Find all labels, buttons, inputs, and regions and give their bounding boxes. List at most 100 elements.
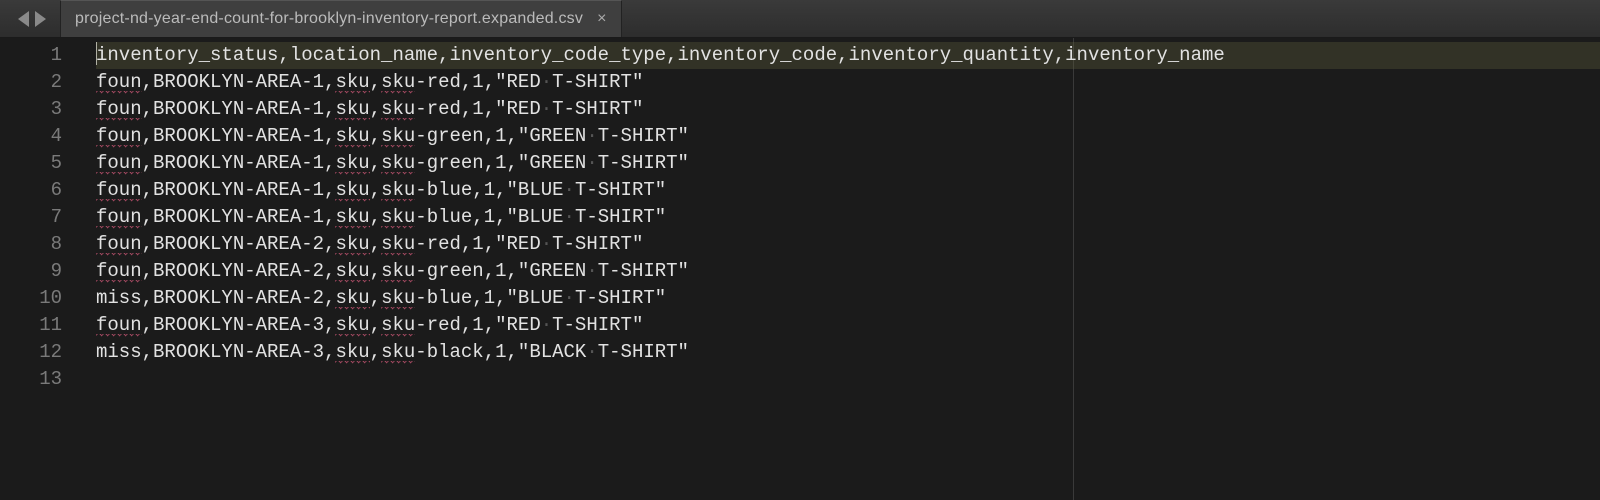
spellcheck-word: sku (335, 287, 369, 310)
code-line[interactable]: foun,BROOKLYN-AREA-1,sku,sku-blue,1,"BLU… (96, 204, 1600, 231)
spellcheck-word: sku (335, 314, 369, 337)
code-text: ,BROOKLYN-AREA-2, (142, 260, 336, 282)
code-text: -red,1,"RED (415, 233, 540, 255)
spellcheck-word: sku (381, 71, 415, 94)
code-text: T-SHIRT" (552, 71, 643, 93)
code-line[interactable]: foun,BROOKLYN-AREA-1,sku,sku-blue,1,"BLU… (96, 177, 1600, 204)
spellcheck-word: foun (96, 71, 142, 94)
spellcheck-word: foun (96, 152, 142, 175)
code-text: miss,BROOKLYN-AREA-2, (96, 287, 335, 309)
whitespace-dot: · (541, 98, 552, 120)
spellcheck-word: foun (96, 179, 142, 202)
spellcheck-word: sku (381, 98, 415, 121)
code-text: -green,1,"GREEN (415, 125, 586, 147)
spellcheck-word: sku (335, 71, 369, 94)
code-text: T-SHIRT" (552, 314, 643, 336)
spellcheck-word: sku (381, 125, 415, 148)
whitespace-dot: · (586, 260, 597, 282)
tab-filename: project-nd-year-end-count-for-brooklyn-i… (75, 10, 583, 28)
line-number: 7 (0, 204, 82, 231)
code-line[interactable]: foun,BROOKLYN-AREA-1,sku,sku-red,1,"RED·… (96, 69, 1600, 96)
code-text: T-SHIRT" (552, 233, 643, 255)
spellcheck-word: foun (96, 98, 142, 121)
spellcheck-word: foun (96, 206, 142, 229)
code-text: ,BROOKLYN-AREA-1, (142, 152, 336, 174)
code-text: , (370, 125, 381, 147)
spellcheck-word: foun (96, 233, 142, 256)
code-text: , (370, 287, 381, 309)
line-number: 10 (0, 285, 82, 312)
line-number: 3 (0, 96, 82, 123)
code-text: ,BROOKLYN-AREA-1, (142, 179, 336, 201)
code-text: T-SHIRT" (575, 179, 666, 201)
code-text: -blue,1,"BLUE (415, 287, 563, 309)
code-line[interactable]: miss,BROOKLYN-AREA-2,sku,sku-blue,1,"BLU… (96, 285, 1600, 312)
code-text: , (370, 152, 381, 174)
spellcheck-word: foun (96, 260, 142, 283)
code-text: inventory_status,location_name,inventory… (96, 44, 1225, 66)
gutter: 12345678910111213 (0, 38, 82, 500)
code-text: -red,1,"RED (415, 98, 540, 120)
whitespace-dot: · (586, 152, 597, 174)
spellcheck-word: sku (381, 341, 415, 364)
whitespace-dot: · (541, 71, 552, 93)
spellcheck-word: sku (381, 233, 415, 256)
code-text: -red,1,"RED (415, 71, 540, 93)
code-line[interactable]: miss,BROOKLYN-AREA-3,sku,sku-black,1,"BL… (96, 339, 1600, 366)
spellcheck-word: sku (381, 206, 415, 229)
code-text: T-SHIRT" (552, 98, 643, 120)
spellcheck-word: sku (381, 314, 415, 337)
whitespace-dot: · (541, 314, 552, 336)
code-text: , (370, 314, 381, 336)
code-line[interactable]: inventory_status,location_name,inventory… (96, 42, 1600, 69)
close-icon[interactable]: × (597, 10, 607, 28)
line-number: 5 (0, 150, 82, 177)
code-text: T-SHIRT" (598, 152, 689, 174)
code-text: T-SHIRT" (575, 287, 666, 309)
code-text: -black,1,"BLACK (415, 341, 586, 363)
code-text: -green,1,"GREEN (415, 152, 586, 174)
nav-buttons (0, 0, 60, 37)
line-number: 2 (0, 69, 82, 96)
whitespace-dot: · (586, 125, 597, 147)
nav-back-icon[interactable] (18, 11, 29, 27)
line-number: 1 (0, 42, 82, 69)
code-line[interactable]: foun,BROOKLYN-AREA-1,sku,sku-green,1,"GR… (96, 123, 1600, 150)
whitespace-dot: · (564, 206, 575, 228)
whitespace-dot: · (541, 233, 552, 255)
code-text: , (370, 71, 381, 93)
code-text: T-SHIRT" (575, 206, 666, 228)
code-text: ,BROOKLYN-AREA-2, (142, 233, 336, 255)
code-text: , (370, 233, 381, 255)
code-text: ,BROOKLYN-AREA-3, (142, 314, 336, 336)
code-line[interactable]: foun,BROOKLYN-AREA-1,sku,sku-green,1,"GR… (96, 150, 1600, 177)
code-line[interactable]: foun,BROOKLYN-AREA-2,sku,sku-red,1,"RED·… (96, 231, 1600, 258)
code-text: , (370, 260, 381, 282)
code-line[interactable]: foun,BROOKLYN-AREA-2,sku,sku-green,1,"GR… (96, 258, 1600, 285)
spellcheck-word: sku (335, 233, 369, 256)
file-tab[interactable]: project-nd-year-end-count-for-brooklyn-i… (60, 0, 622, 37)
spellcheck-word: sku (335, 206, 369, 229)
code-text: -blue,1,"BLUE (415, 179, 563, 201)
spellcheck-word: sku (335, 152, 369, 175)
code-text: , (370, 341, 381, 363)
code-text: -red,1,"RED (415, 314, 540, 336)
code-area[interactable]: inventory_status,location_name,inventory… (82, 38, 1600, 500)
code-line[interactable]: foun,BROOKLYN-AREA-3,sku,sku-red,1,"RED·… (96, 312, 1600, 339)
code-line[interactable]: foun,BROOKLYN-AREA-1,sku,sku-red,1,"RED·… (96, 96, 1600, 123)
spellcheck-word: sku (381, 287, 415, 310)
nav-forward-icon[interactable] (35, 11, 46, 27)
line-number: 11 (0, 312, 82, 339)
code-text: , (370, 206, 381, 228)
whitespace-dot: · (564, 287, 575, 309)
spellcheck-word: sku (381, 179, 415, 202)
code-text: ,BROOKLYN-AREA-1, (142, 125, 336, 147)
line-number: 6 (0, 177, 82, 204)
line-number: 12 (0, 339, 82, 366)
line-number: 4 (0, 123, 82, 150)
spellcheck-word: sku (381, 260, 415, 283)
editor[interactable]: 12345678910111213 inventory_status,locat… (0, 38, 1600, 500)
code-text: -blue,1,"BLUE (415, 206, 563, 228)
titlebar: project-nd-year-end-count-for-brooklyn-i… (0, 0, 1600, 38)
spellcheck-word: foun (96, 314, 142, 337)
